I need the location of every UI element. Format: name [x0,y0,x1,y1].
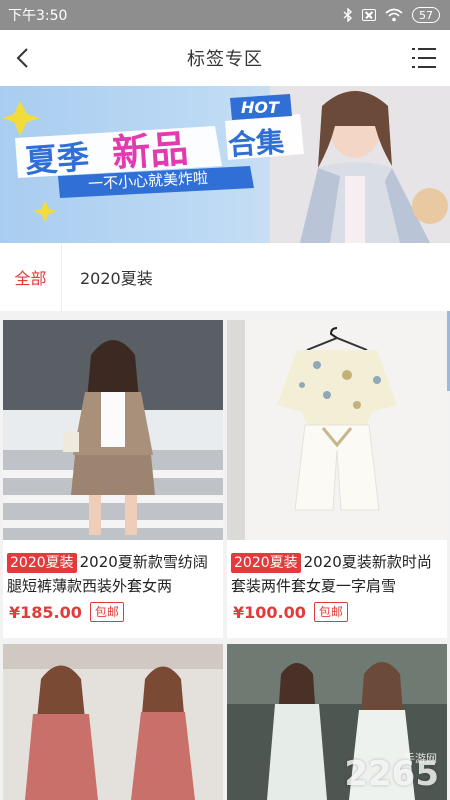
product-card[interactable] [3,644,223,800]
product-image[interactable] [227,320,447,540]
watermark-logo: 2265 [344,754,439,794]
product-card[interactable]: 手游网 2265 [227,644,447,800]
tag-badge: 2020夏装 [231,553,301,573]
price-row: ¥100.00 包邮 [227,598,447,622]
app-header: 标签专区 [0,30,450,86]
no-sim-icon [362,9,376,21]
list-menu-icon[interactable] [412,47,436,69]
sparkle-icon [2,101,40,136]
filter-all-tab[interactable]: 全部 [0,243,62,311]
product-card[interactable]: 2020夏装 2020夏新款雪纺阔腿短裤薄款西装外套女两 ¥185.00 包邮 [3,320,223,638]
tag-badge: 2020夏装 [7,553,77,573]
filter-bar: 全部 2020夏装 [0,243,450,311]
product-price: ¥100.00 [233,602,306,622]
status-icons: 57 [343,7,440,23]
battery-icon: 57 [412,7,440,23]
product-title[interactable]: 2020夏装 2020夏新款雪纺阔腿短裤薄款西装外套女两 [3,540,223,598]
product-card[interactable]: 2020夏装 2020夏装新款时尚套装两件套女夏一字肩雪 ¥100.00 包邮 [227,320,447,638]
product-image[interactable] [3,644,223,800]
price-row: ¥185.00 包邮 [3,598,223,622]
page-title: 标签专区 [187,49,263,70]
bluetooth-icon [343,8,353,22]
status-time: 下午3:50 [8,8,68,24]
product-price: ¥185.00 [9,602,82,622]
product-title[interactable]: 2020夏装 2020夏装新款时尚套装两件套女夏一字肩雪 [227,540,447,598]
wifi-icon [385,8,403,22]
banner-headline-3: 合集 [227,125,286,162]
product-image[interactable] [3,320,223,540]
free-shipping-badge: 包邮 [313,602,348,622]
banner-hot-label: HOT [241,98,279,117]
status-bar: 下午3:50 57 [0,0,450,30]
banner-headline-1: 夏季 [23,137,91,181]
chevron-left-icon[interactable] [12,46,36,70]
free-shipping-badge: 包邮 [89,602,124,622]
product-image[interactable]: 手游网 2265 [227,644,447,800]
filter-tag-2020-summer[interactable]: 2020夏装 [80,265,153,289]
promo-banner[interactable]: HOT 夏季 新品 合集 一不小心就美炸啦 [0,86,450,243]
sparkle-icon [33,201,57,222]
